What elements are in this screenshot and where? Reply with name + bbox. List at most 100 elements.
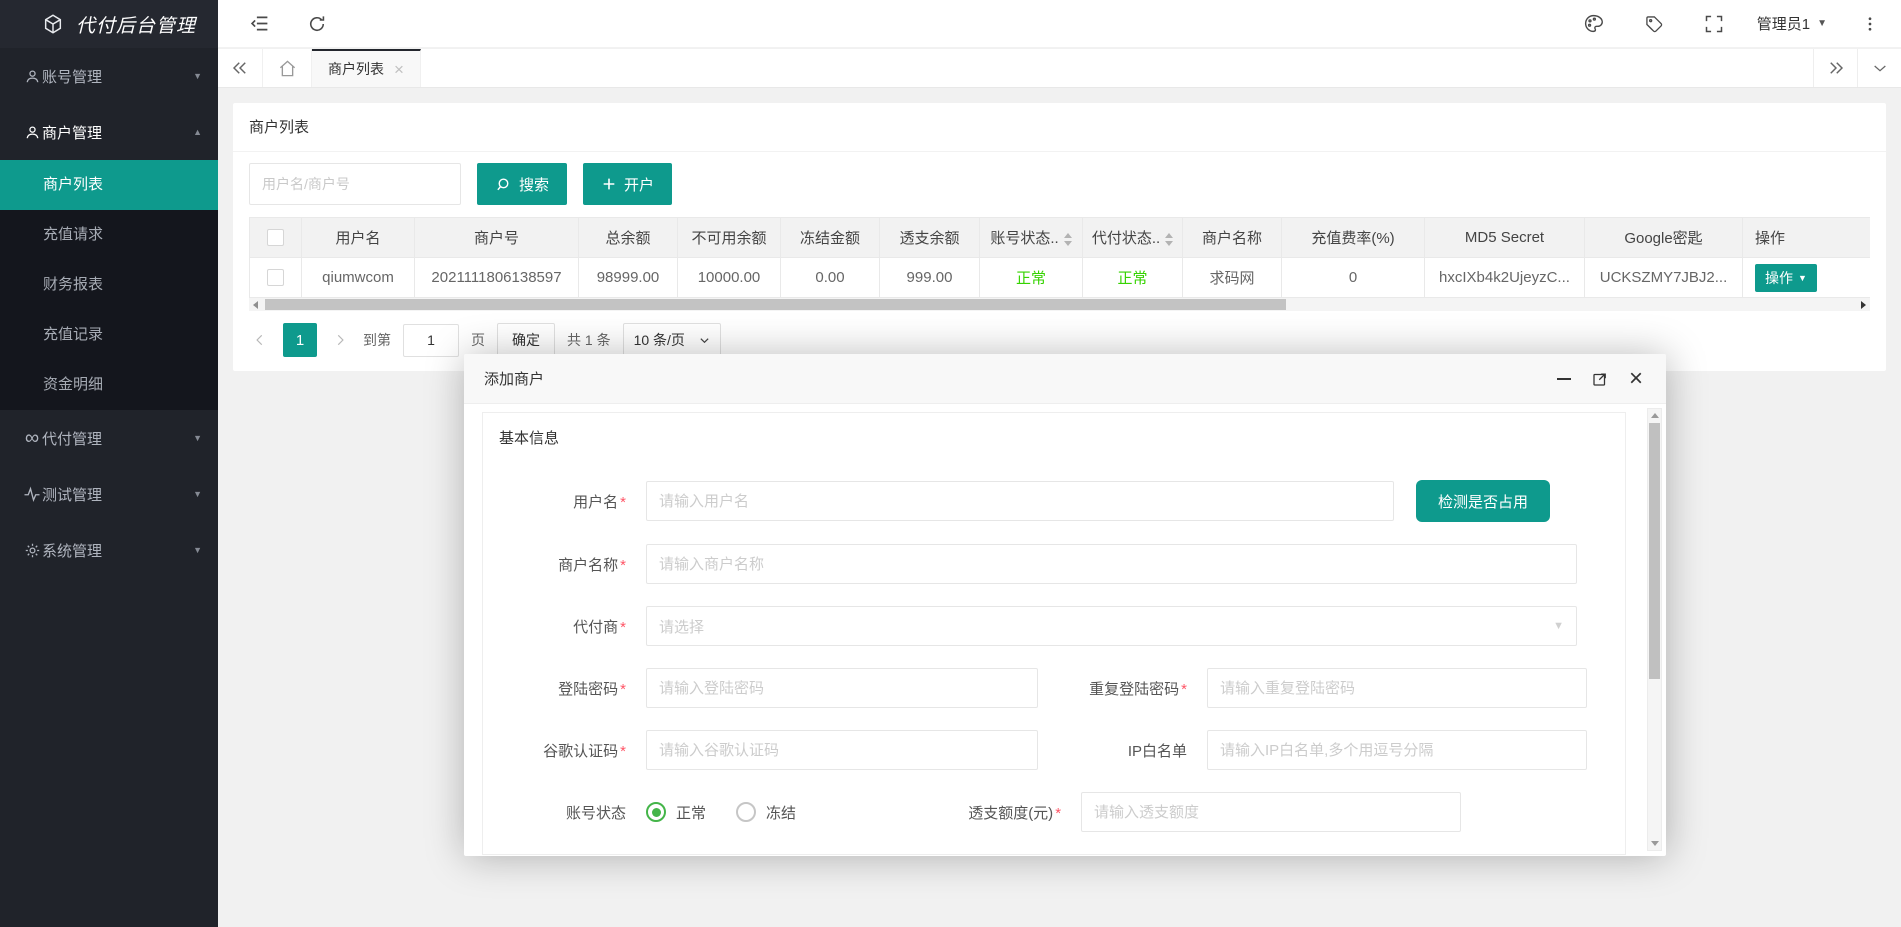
app-title: 代付后台管理: [76, 11, 196, 38]
topbar: 管理员1 ▼: [218, 0, 1901, 48]
form-row-status-overdraft: 账号状态 正常 冻结 透支额度(元)*: [483, 792, 1625, 832]
tabs-scroll-right-icon[interactable]: [1813, 49, 1857, 87]
tag-icon[interactable]: [1637, 7, 1671, 41]
check-availability-button[interactable]: 检测是否占用: [1416, 480, 1550, 522]
sidebar-item-recharge-request[interactable]: 充值请求: [0, 210, 218, 260]
col-google-key: Google密匙: [1585, 218, 1743, 258]
close-icon[interactable]: ×: [1626, 369, 1646, 389]
theme-palette-icon[interactable]: [1577, 7, 1611, 41]
username-label: 用户名*: [483, 491, 626, 512]
next-page-icon[interactable]: [329, 323, 351, 357]
scroll-right-arrow-icon[interactable]: [1861, 301, 1866, 309]
table-row: qiumwcom 2021111806138597 98999.00 10000…: [250, 258, 1871, 298]
cell-md5-secret: hxcIXb4k2UjeyzC...: [1425, 258, 1585, 298]
vertical-scrollbar[interactable]: [1647, 408, 1662, 851]
sidebar-item-recharge-record[interactable]: 充值记录: [0, 310, 218, 360]
tab-merchant-list[interactable]: 商户列表 ×: [312, 49, 421, 87]
radio-status-frozen[interactable]: [736, 802, 756, 822]
plus-icon: [601, 176, 617, 192]
scroll-down-arrow-icon[interactable]: [1651, 841, 1659, 846]
app-logo: 代付后台管理: [0, 0, 218, 48]
kebab-menu-icon[interactable]: [1853, 7, 1887, 41]
required-mark: *: [620, 743, 626, 760]
fullscreen-icon[interactable]: [1697, 7, 1731, 41]
search-button[interactable]: 搜索: [477, 163, 567, 205]
sidebar-item-label: 测试管理: [42, 484, 102, 505]
merchant-list-card: 商户列表 搜索 开户: [233, 103, 1886, 371]
cell-unavailable-balance: 10000.00: [678, 258, 781, 298]
menu-fold-icon[interactable]: [242, 7, 276, 41]
scroll-left-arrow-icon[interactable]: [253, 301, 258, 309]
col-payout-status[interactable]: 代付状态..: [1083, 218, 1183, 258]
sidebar-item-fund-detail[interactable]: 资金明细: [0, 360, 218, 410]
horizontal-scrollbar[interactable]: [249, 298, 1870, 311]
sidebar-item-system-mgmt[interactable]: 系统管理 ▼: [0, 522, 218, 578]
open-account-button[interactable]: 开户: [583, 163, 672, 205]
refresh-icon[interactable]: [300, 7, 334, 41]
password-label: 登陆密码*: [483, 678, 626, 699]
sidebar-item-merchant-list[interactable]: 商户列表: [0, 160, 218, 210]
sort-icon[interactable]: [1165, 233, 1173, 246]
provider-select[interactable]: 请选择 ▼: [646, 606, 1577, 646]
modal-header[interactable]: 添加商户 ×: [464, 354, 1666, 404]
sidebar-item-merchant-mgmt[interactable]: 商户管理 ▲: [0, 104, 218, 160]
current-page-button[interactable]: 1: [283, 323, 317, 357]
user-icon: [22, 68, 42, 85]
password2-group: 重复登陆密码*: [1038, 668, 1587, 708]
page-size-select[interactable]: 10 条/页: [623, 323, 721, 357]
sidebar-item-account-mgmt[interactable]: 账号管理 ▼: [0, 48, 218, 104]
tabs-scroll-left-icon[interactable]: [218, 49, 262, 87]
cell-total-balance: 98999.00: [579, 258, 678, 298]
sidebar-item-finance-report[interactable]: 财务报表: [0, 260, 218, 310]
cell-overdraft-balance: 999.00: [880, 258, 980, 298]
ip-whitelist-field[interactable]: [1207, 730, 1587, 770]
chevron-down-icon: [699, 335, 710, 346]
chevron-up-icon: ▲: [193, 127, 202, 137]
overdraft-field[interactable]: [1081, 792, 1461, 832]
scrollbar-thumb[interactable]: [1649, 423, 1660, 679]
cell-frozen-amount: 0.00: [781, 258, 880, 298]
goto-page-input[interactable]: [403, 324, 459, 357]
section-title: 基本信息: [483, 413, 1625, 454]
search-input[interactable]: [249, 163, 461, 205]
row-actions-button[interactable]: 操作 ▼: [1755, 264, 1817, 292]
select-all-checkbox[interactable]: [267, 229, 284, 246]
total-count-label: 共 1 条: [567, 330, 611, 350]
minimize-icon[interactable]: [1554, 369, 1574, 389]
cell-merchant-name: 求码网: [1183, 258, 1282, 298]
tabs-dropdown-icon[interactable]: [1857, 49, 1901, 87]
scroll-up-arrow-icon[interactable]: [1651, 413, 1659, 418]
password2-field[interactable]: [1207, 668, 1587, 708]
col-account-status[interactable]: 账号状态..: [980, 218, 1083, 258]
scrollbar-thumb[interactable]: [265, 299, 1286, 310]
maximize-icon[interactable]: [1590, 369, 1610, 389]
merchant-name-field[interactable]: [646, 544, 1577, 584]
sort-icon[interactable]: [1064, 233, 1072, 246]
sidebar-item-payout-mgmt[interactable]: ∞ 代付管理 ▼: [0, 410, 218, 466]
tabbar-right: [1813, 49, 1901, 87]
sidebar-item-test-mgmt[interactable]: 测试管理 ▼: [0, 466, 218, 522]
topbar-right: 管理员1 ▼: [1577, 7, 1887, 41]
form-row-merchant-name: 商户名称*: [483, 544, 1625, 584]
overdraft-label: 透支额度(元)*: [912, 802, 1061, 823]
col-frozen-amount: 冻结金额: [781, 218, 880, 258]
username-field[interactable]: [646, 481, 1394, 521]
tab-label: 商户列表: [328, 59, 384, 79]
google-code-field[interactable]: [646, 730, 1038, 770]
prev-page-icon[interactable]: [249, 323, 271, 357]
tab-home[interactable]: [262, 49, 312, 87]
account-status-label: 账号状态: [483, 802, 626, 823]
goto-confirm-button[interactable]: 确定: [497, 323, 555, 357]
home-icon: [278, 59, 297, 78]
user-menu[interactable]: 管理员1 ▼: [1757, 13, 1827, 34]
close-icon[interactable]: ×: [394, 61, 404, 78]
col-merchant-no: 商户号: [415, 218, 579, 258]
password-field[interactable]: [646, 668, 1038, 708]
chevron-down-icon: ▼: [1798, 273, 1807, 283]
merchant-name-label: 商户名称*: [483, 554, 626, 575]
radio-status-normal[interactable]: [646, 802, 666, 822]
card-toolbar: 搜索 开户: [233, 152, 1886, 217]
modal-body: 基本信息 用户名* 检测是否占用 商户名称* 代付商* 请选择: [464, 404, 1666, 855]
required-mark: *: [620, 557, 626, 574]
row-checkbox[interactable]: [267, 269, 284, 286]
